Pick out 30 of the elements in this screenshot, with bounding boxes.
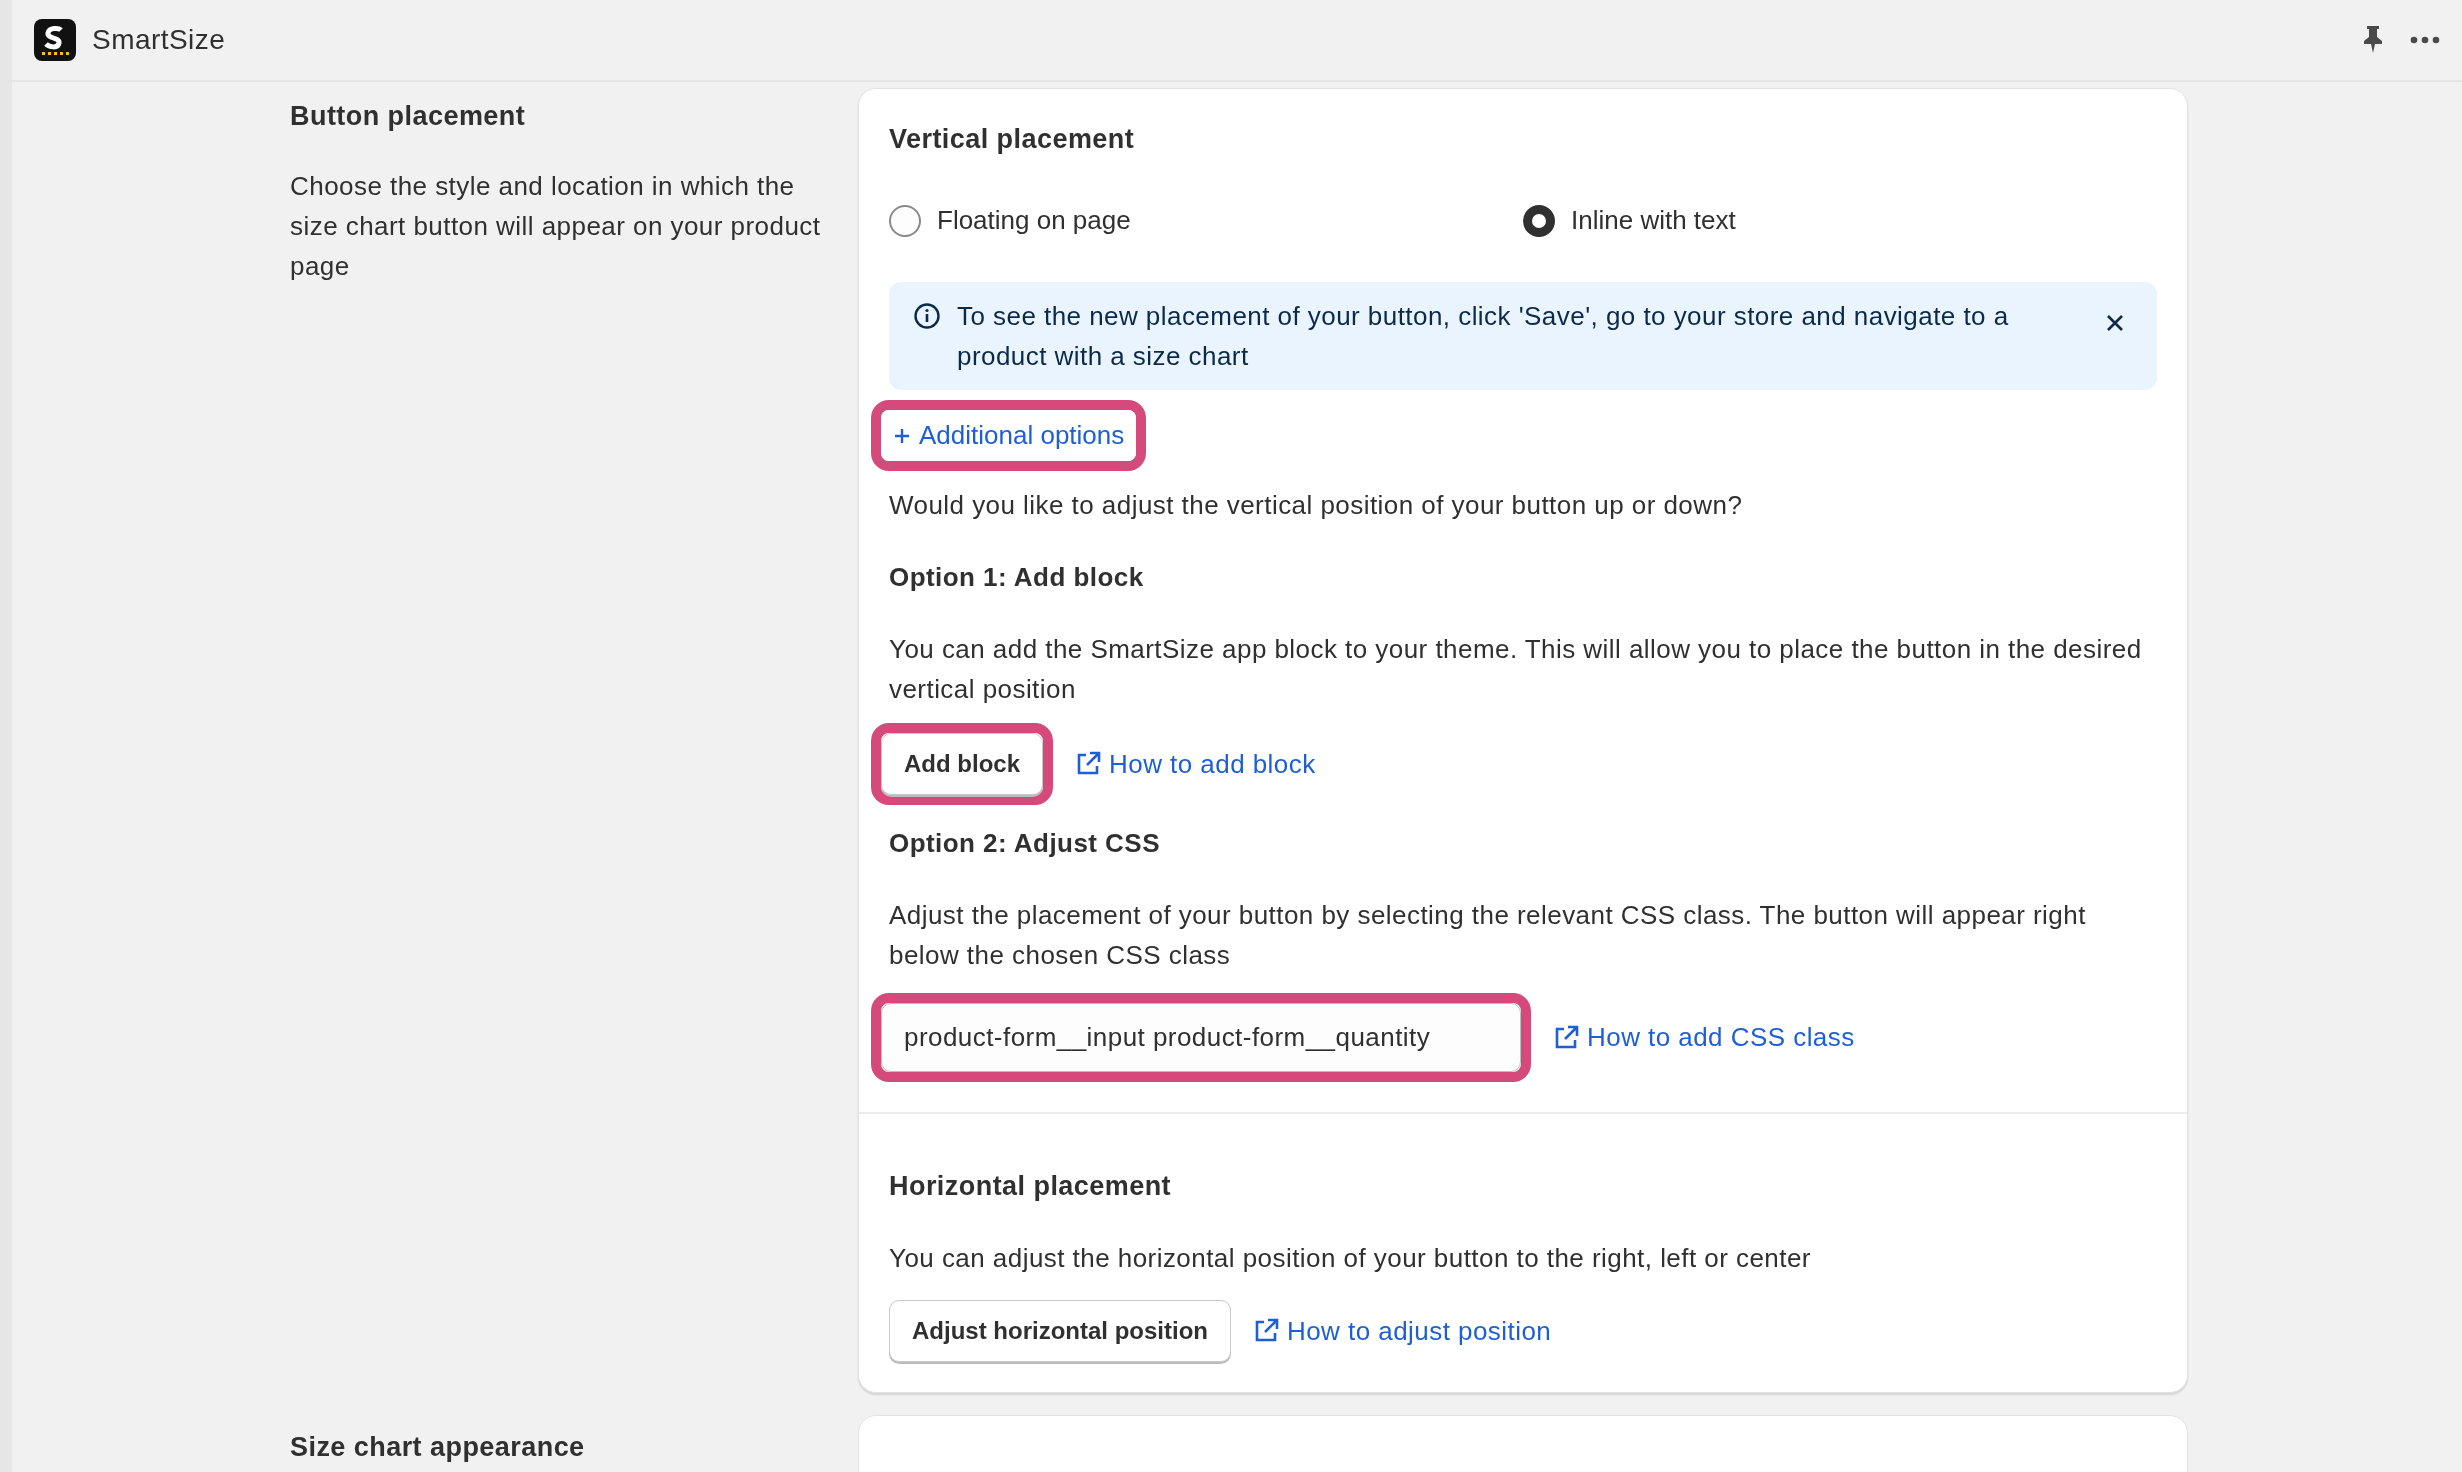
radio-button[interactable] (1523, 204, 1555, 237)
card-title: Vertical placement (889, 123, 1136, 156)
app-logo-icon (34, 19, 76, 61)
plus-icon (893, 426, 911, 445)
option-description: You can add the SmartSize app block to your theme. This will allow you to place the button in the desired vertical position (889, 633, 2143, 706)
section-description: Choose the style and location in which the size chart button will appear on your product page (290, 170, 822, 283)
external-link-icon (1553, 1024, 1579, 1051)
add-block-button[interactable]: Add block (881, 733, 1043, 795)
info-icon (913, 302, 941, 330)
section-title: Button placement (290, 100, 527, 133)
app-name: SmartSize (92, 23, 226, 57)
radio-button[interactable] (889, 204, 921, 237)
section-description: You can adjust the horizontal position of your button to the right, left or center (889, 1242, 1812, 1275)
more-icon[interactable] (2410, 36, 2440, 44)
section-title: Size chart appearance (290, 1431, 586, 1464)
css-class-field[interactable]: product-form__input product-form__quantity (881, 1003, 1521, 1072)
how-to-add-block-link[interactable]: How to add block (1069, 744, 1322, 784)
question-text: Would you like to adjust the vertical position of your button up or down? (889, 489, 1744, 522)
how-to-add-css-class-link[interactable]: How to add CSS class (1547, 1018, 1861, 1057)
option-title: Option 2: Adjust CSS (889, 827, 1161, 860)
additional-options-link[interactable]: Additional options (881, 410, 1137, 461)
option-description: Adjust the placement of your button by selecting the relevant CSS class. The button will appear right below the chosen CSS class (889, 899, 2087, 972)
option-title: Option 1: Add block (889, 561, 1145, 594)
external-link-icon (1075, 751, 1101, 777)
banner-text: To see the new placement of your button, click 'Save', go to your store and navigate to a product with a size chart (957, 300, 2010, 373)
adjust-horizontal-position-button[interactable]: Adjust horizontal position (889, 1300, 1231, 1362)
how-to-adjust-position-link[interactable]: How to adjust position (1246, 1311, 1558, 1351)
radio-option[interactable]: Inline with text (1523, 201, 2157, 240)
radio-option[interactable]: Floating on page (889, 201, 1523, 240)
card-title: Horizontal placement (889, 1170, 1173, 1203)
